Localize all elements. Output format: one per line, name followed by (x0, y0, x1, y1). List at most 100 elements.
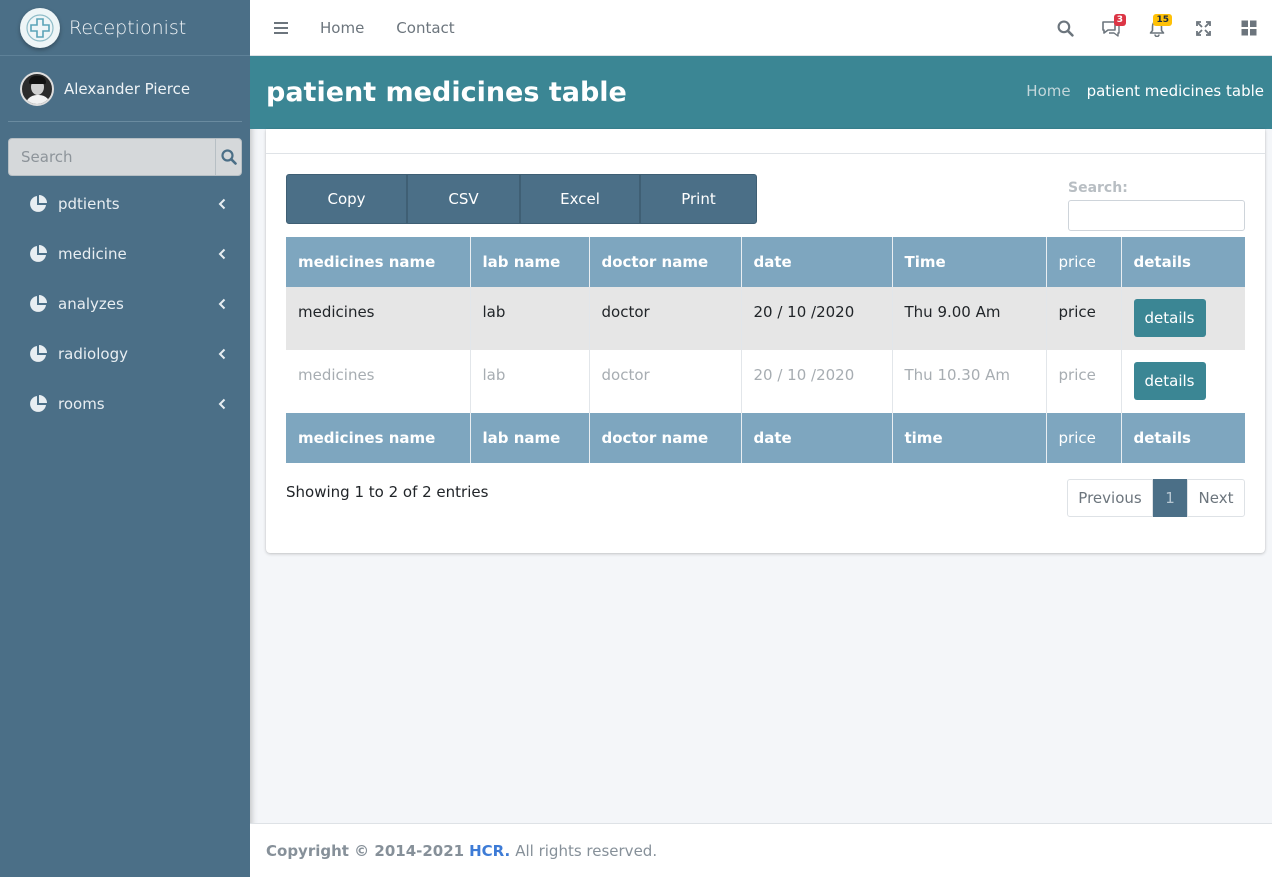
avatar (20, 71, 54, 106)
column-footer-lab-name: lab name (470, 413, 590, 463)
column-header-details[interactable]: details (1121, 237, 1245, 287)
footer-copyright: Copyright © 2014-2021 (266, 841, 465, 860)
table-search: Search: (1068, 178, 1245, 231)
sidebar-item-label: analyzes (58, 295, 124, 313)
sidebar-search-input[interactable] (8, 138, 215, 176)
sidebar-item-analyzes[interactable]: analyzes (0, 279, 250, 329)
breadcrumb-home[interactable]: Home (1026, 82, 1070, 100)
table-cell: lab (470, 287, 590, 350)
column-footer-time: time (892, 413, 1047, 463)
footer: Copyright © 2014-2021 HCR. All rights re… (250, 823, 1272, 877)
messages-badge: 3 (1113, 14, 1126, 26)
sidebar-item-label: medicine (58, 245, 127, 263)
table-cell: price (1046, 287, 1122, 350)
top-navbar: Home Contact 3 15 (250, 0, 1272, 56)
breadcrumb-current: patient medicines table (1086, 82, 1264, 100)
chart-pie-icon (30, 395, 47, 412)
csv-button[interactable]: CSV (407, 174, 520, 224)
pagination: Previous 1 Next (1067, 479, 1245, 517)
brand-text: Receptionist (69, 16, 187, 39)
table-cell: Thu 10.30 Am (892, 350, 1047, 413)
card-header (266, 129, 1265, 154)
chart-pie-icon (30, 195, 47, 212)
details-button[interactable]: details (1133, 299, 1206, 337)
sidebar-search-button[interactable] (215, 138, 242, 176)
table-info: Showing 1 to 2 of 2 entries (286, 483, 489, 501)
navbar-right: 3 15 (1042, 0, 1272, 56)
column-header-lab-name[interactable]: lab name (470, 237, 590, 287)
export-buttons: Copy CSV Excel Print (286, 174, 757, 224)
copy-button[interactable]: Copy (286, 174, 407, 224)
column-header-price[interactable]: price (1046, 237, 1122, 287)
excel-button[interactable]: Excel (520, 174, 640, 224)
sidebar: Receptionist Alexander Pierce pdtients m… (0, 0, 250, 877)
column-header-time[interactable]: Time (892, 237, 1047, 287)
chart-pie-icon (30, 345, 47, 362)
user-panel[interactable]: Alexander Pierce (8, 56, 242, 122)
chevron-left-icon (218, 298, 226, 310)
table-row: medicines lab doctor 20 / 10 /2020 Thu 9… (286, 287, 1245, 350)
fullscreen-button[interactable] (1180, 0, 1226, 56)
search-icon (220, 149, 237, 165)
table-cell: medicines (286, 287, 471, 350)
menu-toggle-icon[interactable] (274, 21, 288, 35)
control-sidebar-button[interactable] (1226, 0, 1272, 56)
notifications-badge: 15 (1153, 14, 1172, 26)
pagination-next[interactable]: Next (1187, 479, 1245, 517)
sidebar-item-rooms[interactable]: rooms (0, 379, 250, 429)
user-name[interactable]: Alexander Pierce (64, 80, 190, 98)
table-cell: 20 / 10 /2020 (741, 287, 893, 350)
table-foot: medicines name lab name doctor name date… (286, 413, 1245, 463)
table-head: medicines name lab name doctor name date… (286, 237, 1245, 287)
table-cell: lab (470, 350, 590, 413)
table-cell: doctor (589, 287, 742, 350)
table-cell-details: details (1121, 287, 1245, 350)
chevron-left-icon (218, 198, 226, 210)
column-header-date[interactable]: date (741, 237, 893, 287)
expand-arrows-icon (1195, 20, 1211, 36)
table-row: medicines lab doctor 20 / 10 /2020 Thu 1… (286, 350, 1245, 413)
sidebar-item-medicine[interactable]: medicine (0, 229, 250, 279)
table-cell: 20 / 10 /2020 (741, 350, 893, 413)
column-header-doctor-name[interactable]: doctor name (589, 237, 742, 287)
sidebar-nav: pdtients medicine analyzes radiology roo… (0, 179, 250, 429)
table-cell: medicines (286, 350, 471, 413)
column-footer-price: price (1046, 413, 1122, 463)
chevron-left-icon (218, 398, 226, 410)
brand-link[interactable]: Receptionist (0, 0, 250, 56)
footer-rights: All rights reserved. (515, 841, 658, 860)
details-button[interactable]: details (1133, 362, 1206, 400)
nav-link-home[interactable]: Home (320, 19, 364, 37)
pagination-page-1[interactable]: 1 (1153, 479, 1187, 517)
column-header-medicines-name[interactable]: medicines name (286, 237, 471, 287)
table-cell: Thu 9.00 Am (892, 287, 1047, 350)
medicines-table: medicines name lab name doctor name date… (286, 237, 1245, 463)
chevron-left-icon (218, 248, 226, 260)
nav-link-contact[interactable]: Contact (396, 19, 454, 37)
table-search-input[interactable] (1068, 200, 1245, 231)
notifications-button[interactable]: 15 (1134, 0, 1180, 56)
sidebar-search (8, 138, 242, 176)
column-footer-medicines-name: medicines name (286, 413, 471, 463)
content-header: patient medicines table Home patient med… (250, 56, 1272, 129)
pagination-previous[interactable]: Previous (1067, 479, 1153, 517)
messages-button[interactable]: 3 (1088, 0, 1134, 56)
sidebar-item-label: pdtients (58, 195, 120, 213)
grid-icon (1241, 20, 1257, 36)
column-footer-date: date (741, 413, 893, 463)
print-button[interactable]: Print (640, 174, 757, 224)
table-card: Copy CSV Excel Print Search: medicines n… (266, 129, 1265, 553)
sidebar-item-pdtients[interactable]: pdtients (0, 179, 250, 229)
chart-pie-icon (30, 245, 47, 262)
page-title: patient medicines table (266, 77, 627, 108)
chart-pie-icon (30, 295, 47, 312)
sidebar-item-radiology[interactable]: radiology (0, 329, 250, 379)
table-cell: doctor (589, 350, 742, 413)
sidebar-item-label: radiology (58, 345, 128, 363)
column-footer-doctor-name: doctor name (589, 413, 742, 463)
footer-brand-link[interactable]: HCR. (469, 842, 510, 860)
table-body: medicines lab doctor 20 / 10 /2020 Thu 9… (286, 287, 1245, 413)
navbar-search-button[interactable] (1042, 0, 1088, 56)
table-cell-details: details (1121, 350, 1245, 413)
column-footer-details: details (1121, 413, 1245, 463)
